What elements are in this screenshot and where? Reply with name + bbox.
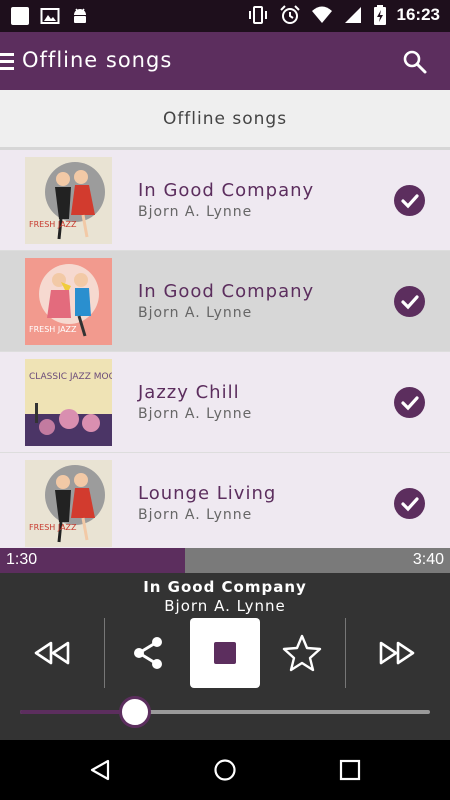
album-cover: FRESH JAZZ bbox=[25, 157, 112, 244]
fast-forward-icon bbox=[379, 641, 415, 665]
recents-square-icon bbox=[339, 759, 361, 781]
cover-text: CLASSIC JAZZ MOODS bbox=[29, 372, 112, 382]
song-artist: Bjorn A. Lynne bbox=[138, 204, 253, 220]
song-row[interactable]: CLASSIC JAZZ MOODS Jazzy Chill Bjorn A. … bbox=[0, 352, 450, 453]
now-playing-title: In Good Company bbox=[143, 578, 307, 596]
search-icon[interactable] bbox=[402, 49, 428, 75]
album-cover: CLASSIC JAZZ MOODS bbox=[25, 359, 112, 446]
check-icon bbox=[394, 387, 425, 418]
divider bbox=[345, 618, 346, 688]
signal-icon bbox=[344, 7, 361, 23]
song-title: In Good Company bbox=[138, 180, 315, 201]
playback-progress-bar[interactable]: 1:30 3:40 bbox=[0, 548, 450, 573]
time-elapsed: 1:30 bbox=[6, 551, 38, 568]
alarm-icon bbox=[279, 5, 300, 24]
volume-slider-fill bbox=[20, 710, 135, 714]
volume-slider[interactable] bbox=[20, 696, 430, 728]
song-row[interactable]: FRESH JAZZ In Good Company Bjorn A. Lynn… bbox=[0, 150, 450, 251]
status-time: 16:23 bbox=[396, 5, 440, 24]
stop-button[interactable] bbox=[190, 618, 260, 688]
share-icon bbox=[134, 637, 162, 669]
song-row[interactable]: FRESH JAZZ In Good Company Bjorn A. Lynn… bbox=[0, 251, 450, 352]
image-notification-icon bbox=[40, 8, 60, 24]
cover-text: FRESH JAZZ bbox=[29, 325, 77, 334]
song-artist: Bjorn A. Lynne bbox=[138, 507, 253, 523]
check-icon bbox=[394, 185, 425, 216]
section-title: Offline songs bbox=[162, 109, 288, 129]
menu-icon[interactable] bbox=[0, 53, 14, 71]
song-artist: Bjorn A. Lynne bbox=[138, 406, 253, 422]
fast-forward-button[interactable] bbox=[362, 618, 432, 688]
recents-button[interactable] bbox=[335, 755, 365, 785]
cover-text: FRESH JAZZ bbox=[29, 523, 77, 532]
section-header: Offline songs bbox=[0, 90, 450, 150]
wifi-icon bbox=[311, 6, 332, 23]
song-title: Jazzy Chill bbox=[138, 382, 240, 403]
app-bar: Offline songs bbox=[0, 32, 450, 90]
stop-icon bbox=[214, 642, 236, 664]
player-panel: In Good Company Bjorn A. Lynne bbox=[0, 573, 450, 740]
album-cover: FRESH JAZZ bbox=[25, 460, 112, 547]
song-artist: Bjorn A. Lynne bbox=[138, 305, 253, 321]
android-icon bbox=[74, 8, 86, 23]
star-icon bbox=[282, 634, 322, 672]
divider bbox=[104, 618, 105, 688]
back-triangle-icon bbox=[90, 759, 110, 781]
vibrate-icon bbox=[248, 6, 267, 24]
volume-slider-thumb[interactable] bbox=[118, 696, 151, 728]
album-cover: FRESH JAZZ bbox=[25, 258, 112, 345]
home-button[interactable] bbox=[210, 755, 240, 785]
song-row[interactable]: FRESH JAZZ Lounge Living Bjorn A. Lynne bbox=[0, 453, 450, 548]
status-bar: 16:23 bbox=[0, 0, 450, 32]
rewind-button[interactable] bbox=[17, 618, 87, 688]
now-playing-artist: Bjorn A. Lynne bbox=[164, 597, 286, 615]
app-title: Offline songs bbox=[22, 48, 173, 72]
song-title: Lounge Living bbox=[138, 483, 277, 504]
home-circle-icon bbox=[214, 759, 236, 781]
navigation-bar bbox=[0, 740, 450, 800]
time-total: 3:40 bbox=[412, 551, 444, 568]
check-icon bbox=[394, 286, 425, 317]
share-button[interactable] bbox=[113, 618, 183, 688]
notification-square-icon bbox=[11, 7, 29, 25]
song-list: FRESH JAZZ In Good Company Bjorn A. Lynn… bbox=[0, 150, 450, 548]
battery-charging-icon bbox=[373, 5, 386, 25]
check-icon bbox=[394, 488, 425, 519]
song-title: In Good Company bbox=[138, 281, 315, 302]
cover-text: FRESH JAZZ bbox=[29, 220, 77, 229]
rewind-icon bbox=[34, 641, 70, 665]
back-button[interactable] bbox=[85, 755, 115, 785]
favorite-button[interactable] bbox=[267, 618, 337, 688]
